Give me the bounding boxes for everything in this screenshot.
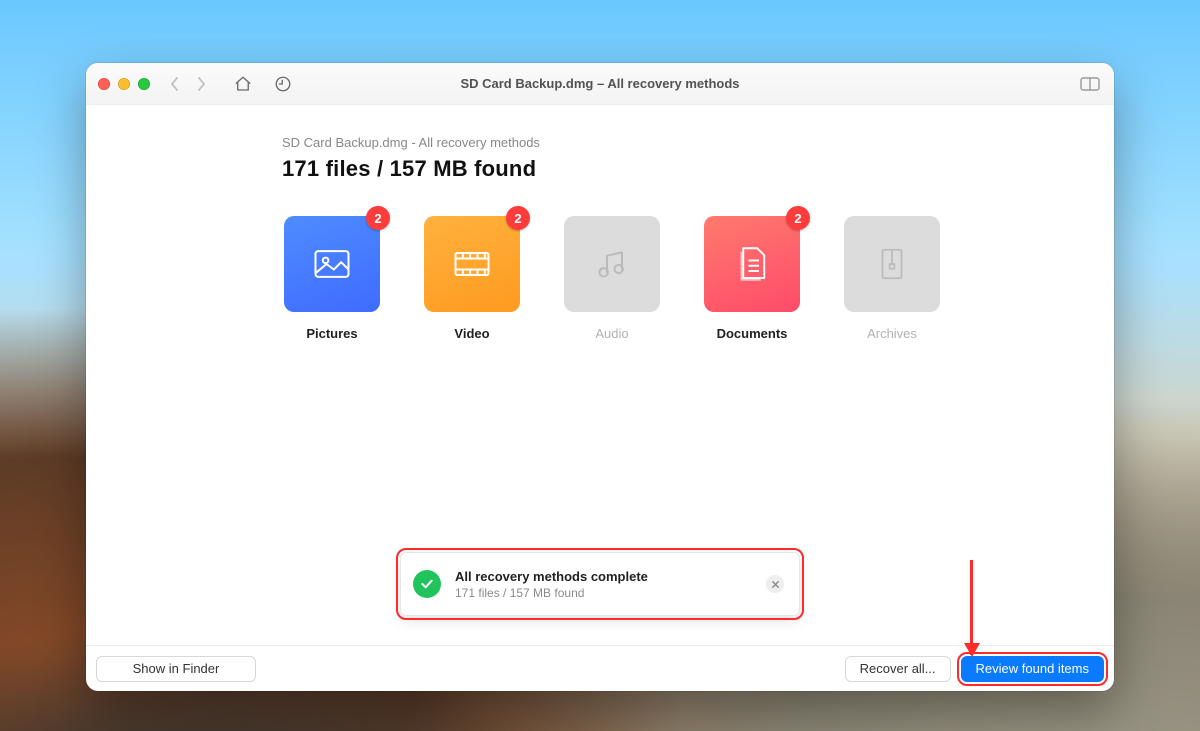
image-icon [310, 242, 354, 286]
badge-count: 2 [506, 206, 530, 230]
history-icon[interactable] [274, 75, 292, 93]
close-toast-button[interactable] [766, 575, 784, 593]
category-label: Archives [867, 326, 917, 341]
zoom-window-button[interactable] [138, 78, 150, 90]
category-pictures[interactable]: 2 Pictures [282, 216, 382, 341]
show-in-finder-button[interactable]: Show in Finder [96, 656, 256, 682]
toast-subtitle: 171 files / 157 MB found [455, 586, 752, 600]
toast-title: All recovery methods complete [455, 569, 752, 584]
badge-count: 2 [786, 206, 810, 230]
completion-toast: All recovery methods complete 171 files … [400, 552, 800, 616]
category-video[interactable]: 2 Video [422, 216, 522, 341]
scan-source-subtitle: SD Card Backup.dmg - All recovery method… [282, 135, 1114, 150]
nav-back-forward [168, 77, 208, 91]
scan-summary-title: 171 files / 157 MB found [282, 156, 1114, 182]
main-content: SD Card Backup.dmg - All recovery method… [86, 105, 1114, 691]
category-documents[interactable]: 2 Documents [702, 216, 802, 341]
audio-icon [592, 244, 632, 284]
review-found-items-button[interactable]: Review found items [961, 656, 1104, 682]
category-label: Documents [717, 326, 788, 341]
window-controls [98, 78, 150, 90]
video-icon [450, 242, 494, 286]
category-archives: Archives [842, 216, 942, 341]
category-label: Pictures [306, 326, 357, 341]
footer-bar: Show in Finder Recover all... Review fou… [86, 645, 1114, 691]
archive-icon [873, 243, 911, 285]
category-label: Audio [595, 326, 628, 341]
home-icon[interactable] [234, 75, 252, 93]
close-window-button[interactable] [98, 78, 110, 90]
sidebar-toggle-icon[interactable] [1080, 77, 1100, 91]
app-window: SD Card Backup.dmg – All recovery method… [86, 63, 1114, 691]
badge-count: 2 [366, 206, 390, 230]
recover-all-button[interactable]: Recover all... [845, 656, 951, 682]
category-row: 2 Pictures 2 Video Au [282, 216, 1114, 341]
document-icon [731, 243, 773, 285]
titlebar: SD Card Backup.dmg – All recovery method… [86, 63, 1114, 105]
back-button[interactable] [168, 77, 182, 91]
forward-button[interactable] [194, 77, 208, 91]
category-label: Video [454, 326, 489, 341]
category-audio: Audio [562, 216, 662, 341]
check-icon [413, 570, 441, 598]
minimize-window-button[interactable] [118, 78, 130, 90]
